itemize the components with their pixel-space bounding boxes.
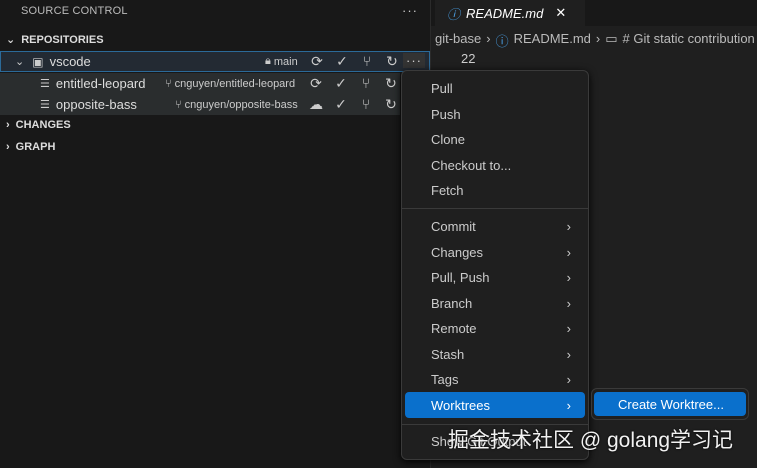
menu-item-clone[interactable]: Clone <box>405 127 585 151</box>
chevron-down-icon: ⌄ <box>15 56 25 68</box>
section-graph[interactable]: › GRAPH <box>6 141 55 153</box>
worktrees-submenu: Create Worktree... <box>591 388 749 420</box>
chevron-right-icon: › <box>6 141 10 153</box>
tab-readme[interactable]: ⓘ README.md ✕ <box>435 0 585 26</box>
menu-item-fetch[interactable]: Fetch <box>405 178 585 202</box>
refresh-icon[interactable]: ↻ <box>383 96 399 113</box>
watermark: 掘金技术社区 @ golang学习记 <box>448 429 734 452</box>
menu-item-checkout[interactable]: Checkout to... <box>405 153 585 177</box>
repo-icon: ▣ <box>32 54 44 69</box>
section-changes[interactable]: › CHANGES <box>6 119 71 131</box>
breadcrumb-item[interactable]: README.md <box>514 31 591 50</box>
more-actions-icon[interactable]: ··· <box>402 3 418 18</box>
string-icon: ▭ <box>605 31 618 46</box>
panel-title: SOURCE CONTROL <box>21 5 128 17</box>
chevron-right-icon: › <box>6 119 10 131</box>
menu-separator <box>402 208 588 209</box>
commit-check-icon[interactable]: ✓ <box>333 96 349 113</box>
repo-actions: ⟳ ✓ ⑂ ↻ <box>309 53 400 70</box>
branch-label: 🔒︎ main <box>265 55 298 68</box>
line-number: 22 <box>461 51 476 66</box>
worktree-row[interactable]: ☰ opposite-bass ⑂ cnguyen/opposite-bass ☁… <box>0 94 400 115</box>
refresh-icon[interactable]: ↻ <box>384 53 400 70</box>
context-menu: Pull Push Clone Checkout to... Fetch Com… <box>401 70 589 460</box>
commit-check-icon[interactable]: ✓ <box>333 75 349 92</box>
breadcrumb: git-base › ⓘ README.md › ▭ # Git static cont… <box>435 31 755 50</box>
worktree-icon: ☰ <box>40 99 50 111</box>
worktree-actions: ☁ ✓ ⑂ ↻ <box>308 96 399 113</box>
chevron-right-icon: › <box>566 371 571 387</box>
chevron-right-icon: › <box>566 269 571 285</box>
menu-item-create-worktree[interactable]: Create Worktree... <box>594 392 746 416</box>
repo-name: vscode <box>49 54 91 69</box>
refresh-icon[interactable]: ↻ <box>383 75 399 92</box>
menu-item-stash[interactable]: Stash › <box>405 342 585 366</box>
lock-icon: 🔒︎ <box>265 55 271 67</box>
chevron-right-icon: › <box>566 320 571 336</box>
close-icon[interactable]: ✕ <box>555 5 566 21</box>
menu-item-pull[interactable]: Pull <box>405 76 585 100</box>
publish-cloud-icon[interactable]: ☁ <box>308 96 324 113</box>
create-pr-icon[interactable]: ⑂ <box>359 53 375 70</box>
info-icon: ⓘ <box>447 6 461 22</box>
chevron-right-icon: › <box>566 346 571 362</box>
branch-label: ⑂ cnguyen/opposite-bass <box>175 98 298 111</box>
worktree-name: opposite-bass <box>55 97 137 112</box>
chevron-right-icon: › <box>566 244 571 260</box>
breadcrumb-item[interactable]: git-base <box>435 31 481 50</box>
worktree-actions: ⟳ ✓ ⑂ ↻ <box>308 75 399 92</box>
menu-item-pull-push[interactable]: Pull, Push › <box>405 265 585 289</box>
menu-item-tags[interactable]: Tags › <box>405 367 585 391</box>
branch-icon: ⑂ <box>175 98 182 111</box>
menu-item-commit[interactable]: Commit › <box>405 214 585 238</box>
create-pr-icon[interactable]: ⑂ <box>358 75 374 92</box>
sync-icon[interactable]: ⟳ <box>308 75 324 92</box>
repo-row-vscode[interactable]: ⌄ ▣ vscode 🔒︎ main ⟳ ✓ ⑂ ↻ ··· <box>0 51 430 72</box>
info-icon: ⓘ <box>495 34 509 49</box>
menu-item-branch[interactable]: Branch › <box>405 291 585 315</box>
chevron-right-icon: › <box>566 295 571 311</box>
worktree-name: entitled-leopard <box>55 76 146 91</box>
sync-icon[interactable]: ⟳ <box>309 53 325 70</box>
menu-item-worktrees[interactable]: Worktrees › <box>405 392 585 418</box>
menu-item-changes[interactable]: Changes › <box>405 240 585 264</box>
source-control-panel: SOURCE CONTROL ··· ⌄ REPOSITORIES ⌄ ▣ vsc… <box>0 0 430 468</box>
menu-item-push[interactable]: Push <box>405 102 585 126</box>
branch-icon: ⑂ <box>165 77 172 90</box>
chevron-down-icon: ⌄ <box>6 34 16 46</box>
worktree-row[interactable]: ☰ entitled-leopard ⑂ cnguyen/entitled-leo… <box>0 73 400 94</box>
worktree-icon: ☰ <box>40 78 50 90</box>
menu-item-remote[interactable]: Remote › <box>405 316 585 340</box>
commit-check-icon[interactable]: ✓ <box>334 53 350 70</box>
more-actions-icon[interactable]: ··· <box>403 53 425 68</box>
section-repositories[interactable]: ⌄ REPOSITORIES <box>6 33 104 47</box>
branch-label: ⑂ cnguyen/entitled-leopard <box>165 77 296 90</box>
chevron-right-icon: › <box>566 397 571 413</box>
chevron-right-icon: › <box>566 218 571 234</box>
breadcrumb-item[interactable]: # Git static contribution <box>623 31 755 50</box>
create-pr-icon[interactable]: ⑂ <box>358 96 374 113</box>
